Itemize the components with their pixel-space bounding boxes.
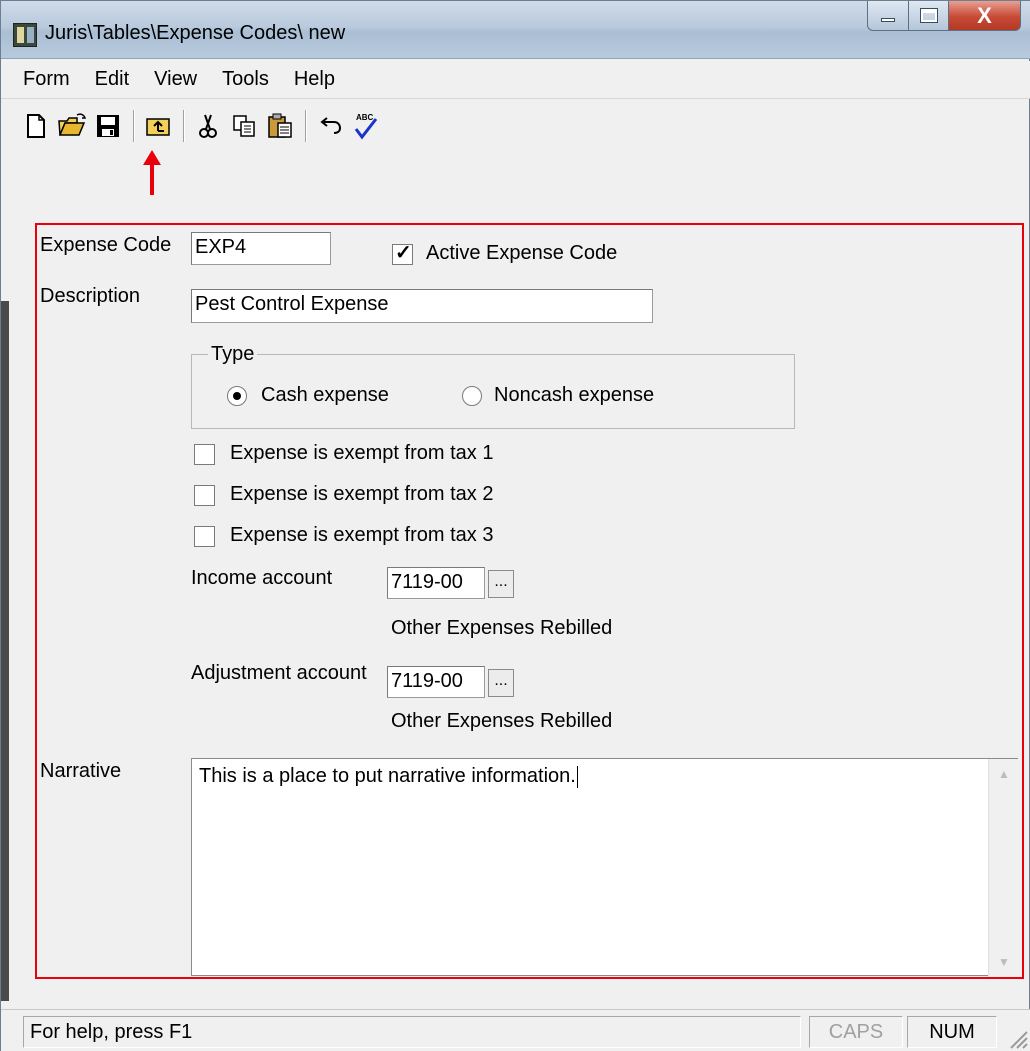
narrative-scrollbar[interactable]: ▲ ▼ xyxy=(988,759,1018,977)
income-account-name: Other Expenses Rebilled xyxy=(391,617,613,639)
toolbar-separator xyxy=(183,110,185,142)
expense-code-label: Expense Code xyxy=(40,234,172,256)
scroll-down-arrow-icon[interactable]: ▼ xyxy=(989,947,1019,977)
exempt-tax-1-checkbox[interactable] xyxy=(194,444,215,465)
radio-selected-dot xyxy=(233,392,241,400)
maximize-icon xyxy=(919,8,938,23)
income-account-browse-button[interactable]: ... xyxy=(488,570,514,598)
scroll-up-arrow-icon[interactable]: ▲ xyxy=(989,759,1019,789)
resize-grip-icon[interactable] xyxy=(1005,1026,1029,1050)
window-controls: X xyxy=(867,1,1021,31)
narrative-text: This is a place to put narrative informa… xyxy=(199,765,578,788)
svg-text:ABC: ABC xyxy=(356,113,374,122)
exempt-tax-3-label: Expense is exempt from tax 3 xyxy=(230,524,494,546)
exempt-tax-1-label: Expense is exempt from tax 1 xyxy=(230,442,494,464)
adjustment-account-label: Adjustment account xyxy=(191,662,367,684)
paste-icon[interactable] xyxy=(265,109,295,143)
active-expense-code-label: Active Expense Code xyxy=(426,242,618,264)
close-button[interactable]: X xyxy=(949,1,1021,31)
narrative-label: Narrative xyxy=(40,760,122,782)
menu-edit[interactable]: Edit xyxy=(95,68,129,91)
narrative-textarea[interactable]: This is a place to put narrative informa… xyxy=(191,758,1018,977)
caps-lock-indicator: CAPS xyxy=(809,1016,903,1048)
desktop-edge xyxy=(1,301,9,1001)
menu-view[interactable]: View xyxy=(154,68,197,91)
spellcheck-icon[interactable]: ABC xyxy=(351,109,381,143)
type-group-label: Type xyxy=(208,343,258,366)
up-folder-icon[interactable] xyxy=(143,109,173,143)
copy-icon[interactable] xyxy=(229,109,259,143)
description-label: Description xyxy=(40,285,141,307)
application-window: Juris\Tables\Expense Codes\ new X Form E… xyxy=(0,0,1030,1051)
exempt-tax-2-label: Expense is exempt from tax 2 xyxy=(230,483,494,505)
minimize-icon xyxy=(881,17,895,22)
cut-scissors-icon[interactable] xyxy=(193,109,223,143)
text-caret xyxy=(576,765,578,788)
toolbar-separator xyxy=(133,110,135,142)
exempt-tax-2-checkbox[interactable] xyxy=(194,485,215,506)
window-title: Juris\Tables\Expense Codes\ new xyxy=(45,22,346,44)
toolbar-separator xyxy=(305,110,307,142)
menu-bar: Form Edit View Tools Help xyxy=(1,61,1030,99)
menu-help[interactable]: Help xyxy=(294,68,335,91)
open-folder-icon[interactable] xyxy=(57,109,87,143)
juris-app-icon xyxy=(13,23,37,47)
menu-form[interactable]: Form xyxy=(23,68,70,91)
minimize-button[interactable] xyxy=(867,1,909,31)
expense-code-input[interactable]: EXP4 xyxy=(191,232,331,265)
checkmark-icon: ✓ xyxy=(395,242,412,264)
red-arrow-annotation xyxy=(143,150,161,195)
adjustment-account-input[interactable]: 7119-00 xyxy=(387,666,485,698)
adjustment-account-name: Other Expenses Rebilled xyxy=(391,710,613,732)
income-account-label: Income account xyxy=(191,567,333,589)
status-help-text: For help, press F1 xyxy=(23,1016,801,1048)
cash-expense-radio[interactable] xyxy=(227,386,247,406)
income-account-input[interactable]: 7119-00 xyxy=(387,567,485,599)
menu-tools[interactable]: Tools xyxy=(222,68,269,91)
active-expense-code-checkbox[interactable]: ✓ xyxy=(392,242,413,265)
undo-icon[interactable] xyxy=(315,109,345,143)
noncash-expense-radio[interactable] xyxy=(462,386,482,406)
cash-expense-label: Cash expense xyxy=(261,384,389,406)
adjustment-account-browse-button[interactable]: ... xyxy=(488,669,514,697)
narrative-value: This is a place to put narrative informa… xyxy=(199,765,576,787)
maximize-button[interactable] xyxy=(909,1,949,31)
exempt-tax-3-checkbox[interactable] xyxy=(194,526,215,547)
status-bar: For help, press F1 CAPS NUM xyxy=(1,1009,1030,1051)
new-document-icon[interactable] xyxy=(21,109,51,143)
toolbar: ABC xyxy=(1,101,1030,151)
num-lock-indicator: NUM xyxy=(907,1016,997,1048)
noncash-expense-label: Noncash expense xyxy=(494,384,655,406)
title-bar[interactable]: Juris\Tables\Expense Codes\ new X xyxy=(1,1,1030,59)
save-disk-icon[interactable] xyxy=(93,109,123,143)
close-icon: X xyxy=(977,2,992,28)
description-input[interactable]: Pest Control Expense xyxy=(191,289,653,323)
